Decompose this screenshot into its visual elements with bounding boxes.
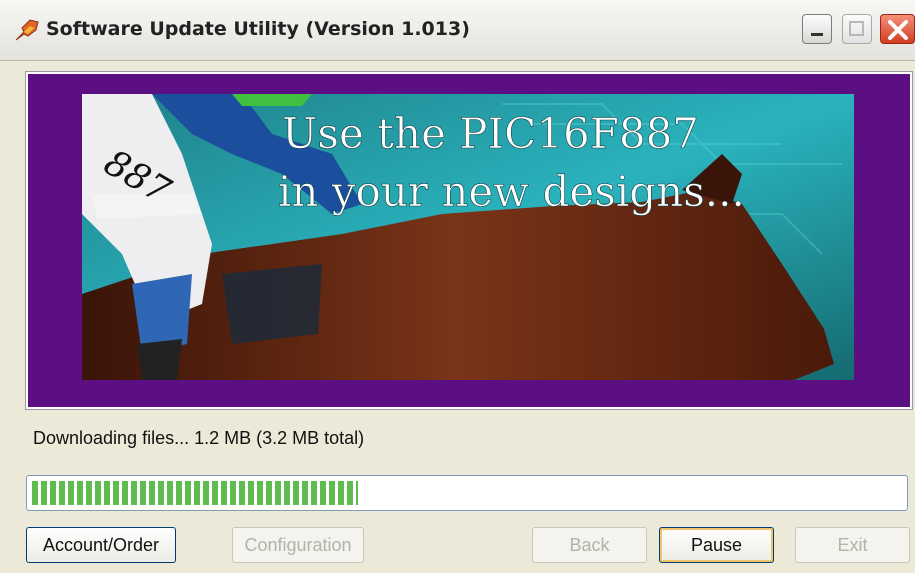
pause-button[interactable]: Pause bbox=[659, 527, 774, 563]
progress-fill bbox=[32, 481, 358, 505]
title-bar[interactable]: Software Update Utility (Version 1.013) bbox=[0, 0, 915, 61]
back-button[interactable]: Back bbox=[532, 527, 647, 563]
close-button[interactable] bbox=[880, 14, 915, 44]
update-window: Software Update Utility (Version 1.013) bbox=[0, 0, 915, 573]
account-order-button[interactable]: Account/Order bbox=[26, 527, 176, 563]
banner-headline-line2: in your new designs... bbox=[278, 167, 745, 216]
download-progress-bar bbox=[26, 475, 908, 511]
app-icon bbox=[14, 18, 40, 42]
maximize-button[interactable] bbox=[842, 14, 872, 44]
window-title: Software Update Utility (Version 1.013) bbox=[46, 18, 470, 40]
download-status-text: Downloading files... 1.2 MB (3.2 MB tota… bbox=[33, 428, 365, 448]
exit-button[interactable]: Exit bbox=[795, 527, 910, 563]
banner-headline-line1: Use the PIC16F887 bbox=[282, 109, 699, 158]
promo-banner: 887 Use the PIC16F887 in your new design… bbox=[82, 94, 854, 380]
minimize-button[interactable] bbox=[802, 14, 832, 44]
configuration-button[interactable]: Configuration bbox=[232, 527, 364, 563]
close-icon bbox=[888, 20, 908, 40]
